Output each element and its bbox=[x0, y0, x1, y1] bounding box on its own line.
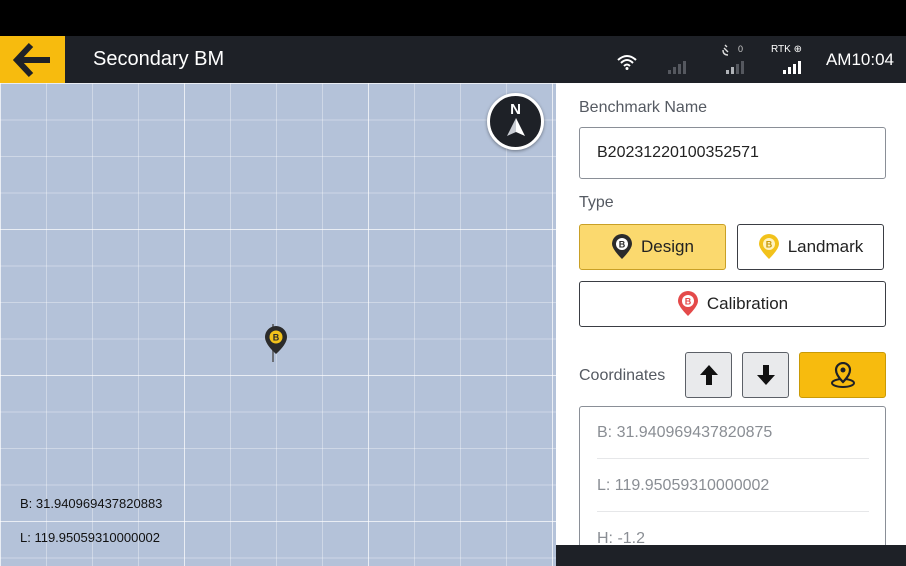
type-landmark-label: Landmark bbox=[787, 237, 864, 256]
map-longitude-readout: L: 119.95059310000002 bbox=[20, 530, 161, 545]
satellite-count: 0 bbox=[738, 44, 744, 54]
benchmark-pin-icon[interactable]: B bbox=[262, 324, 290, 364]
type-landmark-button[interactable]: B Landmark bbox=[737, 224, 884, 270]
map-latitude-readout: B: 31.940969437820883 bbox=[20, 496, 163, 511]
map-view[interactable]: N B B: 31.940969437820883 L: 119.9505931… bbox=[0, 83, 556, 566]
signal-bars-icon bbox=[668, 61, 686, 74]
coordinate-b-row: B: 31.940969437820875 bbox=[597, 407, 869, 459]
coordinate-l-row: L: 119.95059310000002 bbox=[597, 460, 869, 512]
wifi-icon bbox=[617, 55, 637, 70]
bottom-nav-bar bbox=[556, 545, 906, 566]
system-status-bar bbox=[0, 0, 906, 36]
move-down-button[interactable] bbox=[742, 352, 789, 398]
satellite-signal-icon bbox=[726, 61, 744, 74]
benchmark-name-field[interactable]: B20231220100352571 bbox=[579, 127, 886, 179]
svg-text:B: B bbox=[765, 240, 772, 250]
type-label: Type bbox=[579, 194, 614, 211]
arrow-left-icon bbox=[12, 42, 50, 77]
svg-text:B: B bbox=[619, 240, 626, 250]
page-title: Secondary BM bbox=[93, 48, 225, 70]
type-design-button[interactable]: B Design bbox=[579, 224, 726, 270]
landmark-pin-icon: B bbox=[758, 234, 779, 259]
svg-text:B: B bbox=[685, 297, 692, 307]
app-bar: Secondary BM 0 RTK ⊕ AM10:04 bbox=[0, 36, 906, 83]
benchmark-name-label: Benchmark Name bbox=[579, 99, 708, 116]
type-calibration-label: Calibration bbox=[706, 294, 789, 313]
rtk-signal-icon bbox=[783, 61, 801, 74]
arrow-up-icon bbox=[699, 365, 718, 385]
move-up-button[interactable] bbox=[685, 352, 732, 398]
type-calibration-button[interactable]: B Calibration bbox=[579, 281, 886, 327]
back-button[interactable] bbox=[0, 36, 65, 83]
compass-button[interactable]: N bbox=[487, 93, 544, 150]
type-design-label: Design bbox=[641, 237, 694, 256]
benchmark-panel: Benchmark Name B20231220100352571 Type B… bbox=[556, 83, 906, 556]
coordinates-label: Coordinates bbox=[579, 367, 666, 384]
compass-icon bbox=[507, 118, 525, 136]
design-pin-icon: B bbox=[612, 234, 633, 259]
current-location-button[interactable] bbox=[799, 352, 886, 398]
rtk-label: RTK ⊕ bbox=[771, 44, 802, 55]
svg-text:B: B bbox=[273, 333, 280, 343]
satellite-icon bbox=[722, 44, 729, 56]
coordinates-list[interactable]: B: 31.940969437820875 L: 119.95059310000… bbox=[579, 406, 886, 556]
calibration-pin-icon: B bbox=[677, 291, 698, 316]
clock: AM10:04 bbox=[825, 50, 894, 69]
location-pin-icon bbox=[830, 362, 855, 388]
arrow-down-icon bbox=[756, 365, 775, 385]
compass-north-label: N bbox=[510, 101, 521, 118]
